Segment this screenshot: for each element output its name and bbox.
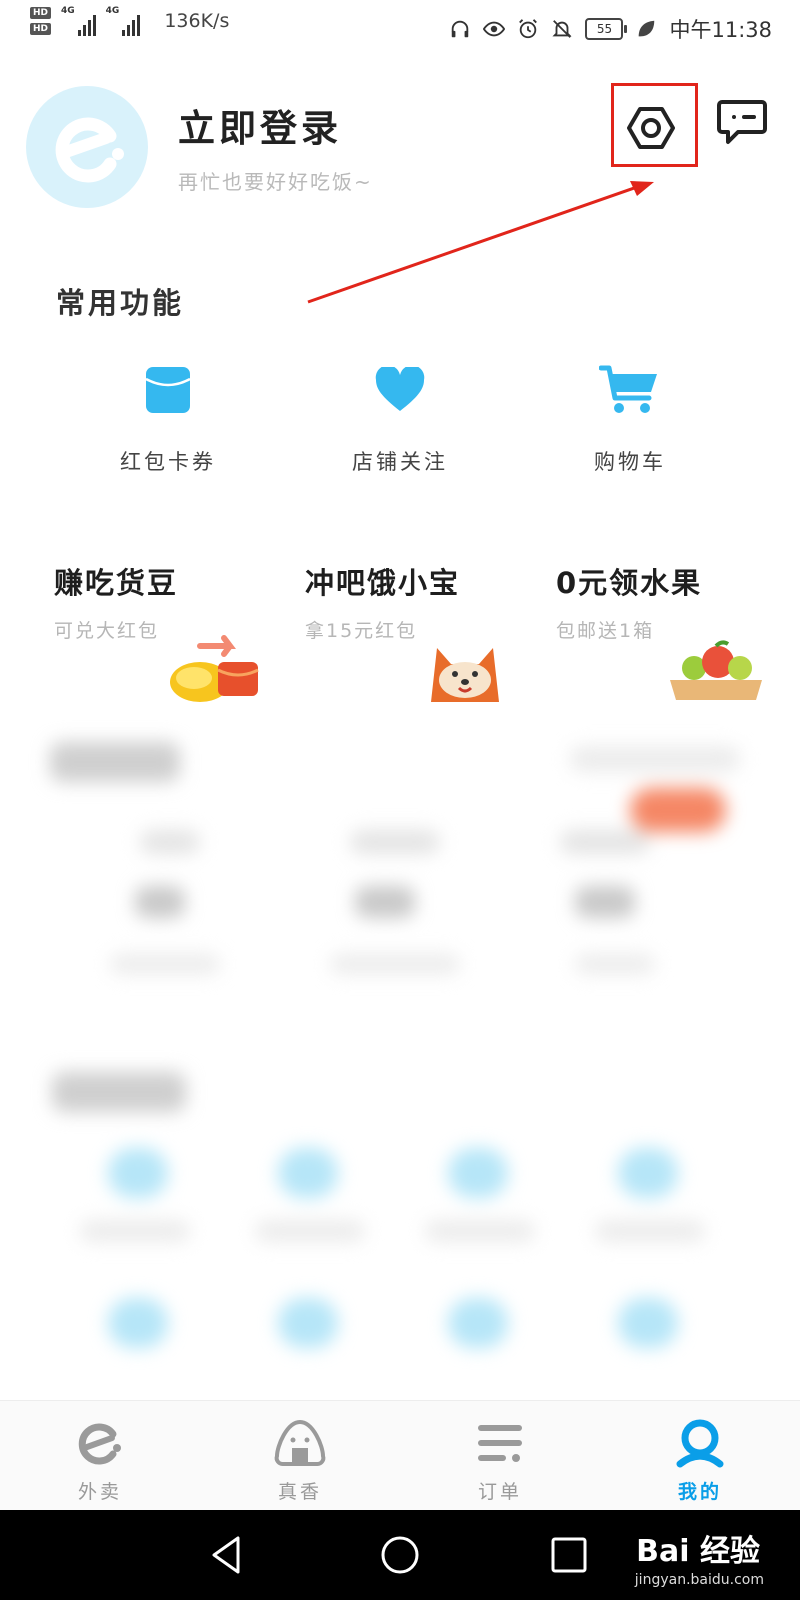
signal-icon-1: 4G <box>61 6 96 36</box>
avatar[interactable] <box>26 86 148 208</box>
eleme-logo-icon <box>55 117 124 183</box>
signal-icon-2: 4G <box>106 6 141 36</box>
fruit-box-image <box>670 640 762 700</box>
shopping-cart-label: 购物车 <box>594 450 666 474</box>
promo-title: 赚吃货豆 <box>54 566 179 600</box>
bottom-tab-bar: 外卖 真香 订单 我的 <box>0 1400 800 1511</box>
back-icon[interactable] <box>204 1530 254 1580</box>
tab-label: 外卖 <box>77 1481 122 1503</box>
shiba-mascot-image <box>431 648 499 702</box>
tab-label: 订单 <box>477 1481 522 1503</box>
status-bar: HD HD 4G 4G 136K/s 55 中午11:38 <box>0 0 800 56</box>
red-packet-coupons-label: 红包卡券 <box>120 450 216 474</box>
tab-orders[interactable]: 订单 <box>440 1415 560 1504</box>
hd-badge-1: HD <box>30 7 52 19</box>
settings-highlight-box <box>611 83 698 167</box>
shopping-cart-icon <box>599 365 657 413</box>
onigiri-icon <box>274 1419 326 1466</box>
leaf-icon <box>639 20 655 37</box>
blurred-content <box>0 720 800 1400</box>
store-follow-button[interactable]: 店铺关注 <box>310 360 490 476</box>
tab-mine[interactable]: 我的 <box>640 1415 760 1504</box>
tab-zhenxiang[interactable]: 真香 <box>240 1415 360 1504</box>
promo-earn-beans[interactable]: 赚吃货豆 可兑大红包 <box>54 560 274 702</box>
person-icon <box>676 1419 724 1468</box>
promo-free-fruit[interactable]: 0元领水果 包邮送1箱 <box>556 560 776 700</box>
baidu-watermark: Bai 经验 <box>636 1534 760 1569</box>
shopping-cart-button[interactable]: 购物车 <box>540 360 720 476</box>
eleme-logo-icon <box>78 1423 121 1465</box>
login-title[interactable]: 立即登录 <box>178 98 342 152</box>
home-icon[interactable] <box>375 1530 425 1580</box>
red-packet-icon <box>145 367 191 413</box>
heart-icon <box>375 367 425 411</box>
headphones-icon <box>452 20 469 38</box>
bell-muted-icon <box>552 20 573 38</box>
promo-title: 冲吧饿小宝 <box>305 566 461 600</box>
common-functions-title: 常用功能 <box>56 286 185 320</box>
recent-apps-icon[interactable] <box>544 1530 594 1580</box>
red-packet-coupons-button[interactable]: 红包卡券 <box>78 360 258 476</box>
profile-subtitle: 再忙也要好好吃饭~ <box>178 170 373 194</box>
system-nav-bar: Bai 经验 jingyan.baidu.com <box>0 1510 800 1600</box>
beans-redpacket-image <box>170 635 259 702</box>
promo-title: 0元领水果 <box>556 566 703 600</box>
hd-badge-2: HD <box>30 23 52 35</box>
tab-takeout[interactable]: 外卖 <box>40 1415 160 1504</box>
tab-label: 真香 <box>277 1481 322 1503</box>
store-follow-label: 店铺关注 <box>352 450 448 474</box>
tab-label: 我的 <box>677 1481 722 1503</box>
alarm-icon <box>519 19 538 39</box>
clock: 中午11:38 <box>669 18 772 42</box>
hd-indicators: HD HD <box>30 7 52 35</box>
battery-indicator: 55 <box>585 18 628 40</box>
network-speed: 136K/s <box>164 10 230 32</box>
promo-xiaobao[interactable]: 冲吧饿小宝 拿15元红包 <box>305 560 525 702</box>
list-icon <box>478 1425 522 1462</box>
message-button[interactable] <box>716 96 768 148</box>
baidu-watermark-url: jingyan.baidu.com <box>634 1572 764 1588</box>
eye-icon <box>483 21 506 37</box>
